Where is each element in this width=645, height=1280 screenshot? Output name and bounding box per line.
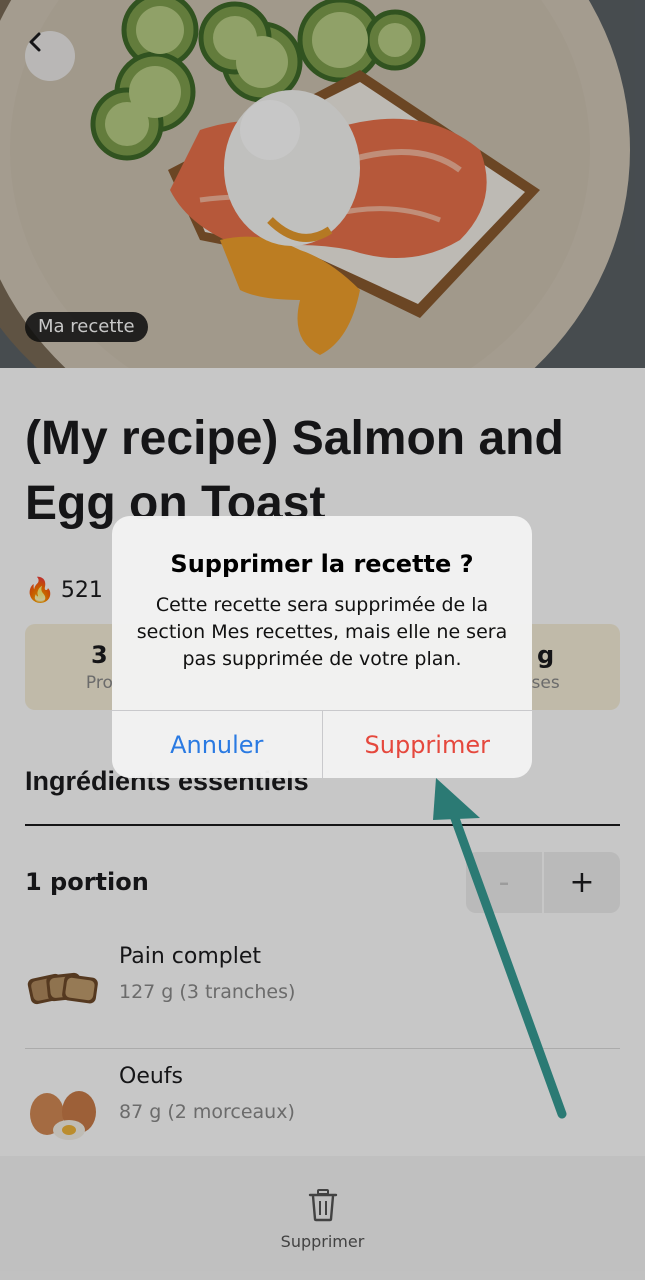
recipe-screen: Ma recette (My recipe) Salmon and Egg on…	[0, 0, 645, 1280]
annotation-arrow-icon	[433, 778, 567, 1119]
